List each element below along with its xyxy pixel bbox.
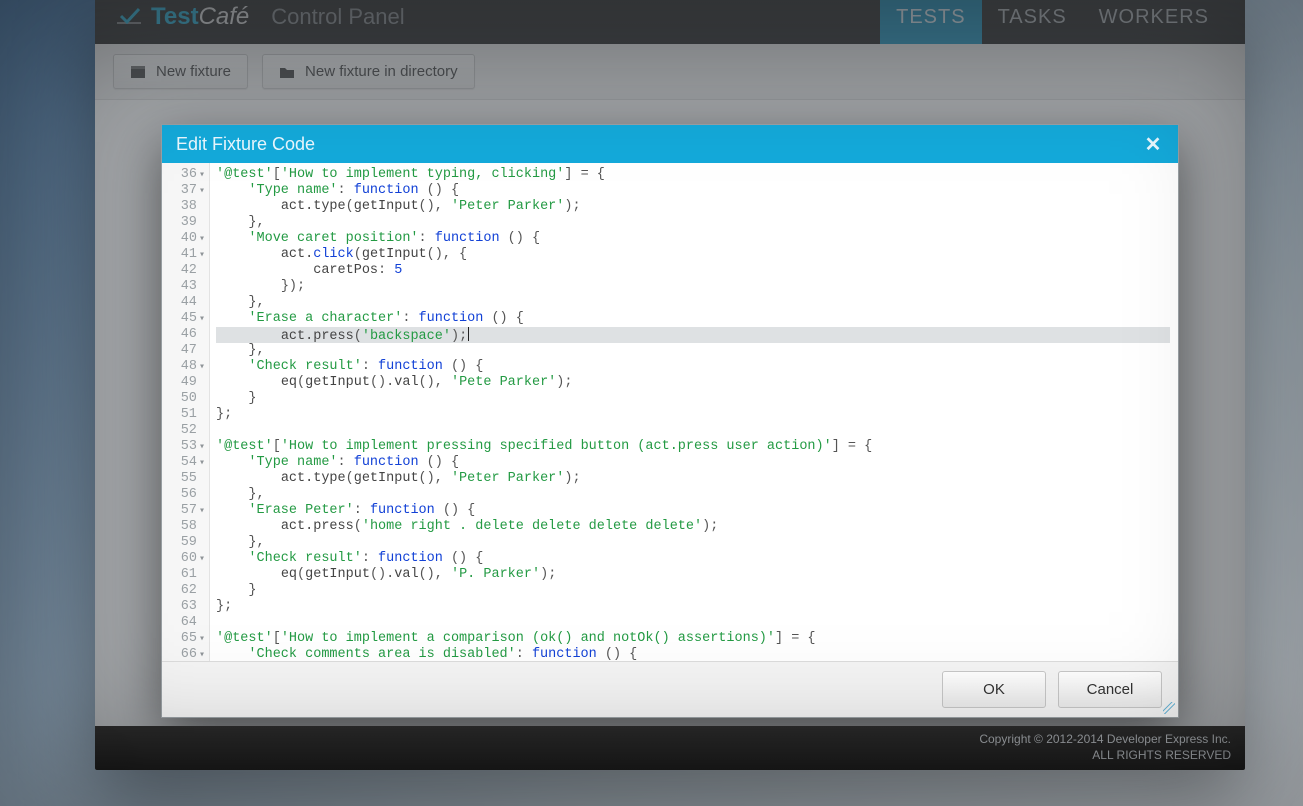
line-number: 42 [172,263,205,279]
window-footer: Copyright © 2012-2014 Developer Express … [95,726,1245,770]
code-line[interactable]: }; [216,407,1170,423]
ok-button[interactable]: OK [942,671,1046,708]
code-line[interactable] [216,423,1170,439]
line-number: 41▾ [172,247,205,263]
line-number: 43 [172,279,205,295]
line-number: 48▾ [172,359,205,375]
code-line[interactable]: }, [216,343,1170,359]
line-number: 40▾ [172,231,205,247]
line-number: 47 [172,343,205,359]
code-line[interactable] [216,615,1170,631]
modal-title: Edit Fixture Code [176,134,315,155]
line-number: 45▾ [172,311,205,327]
code-line[interactable]: eq(getInput().val(), 'Pete Parker'); [216,375,1170,391]
modal-footer: OK Cancel [162,661,1178,717]
line-number: 65▾ [172,631,205,647]
line-number: 56 [172,487,205,503]
line-number: 46 [172,327,205,343]
line-number: 64 [172,615,205,631]
line-number: 61 [172,567,205,583]
code-line[interactable]: 'Type name': function () { [216,455,1170,471]
code-editor[interactable]: 36▾37▾38 39 40▾41▾42 43 44 45▾46 47 48▾4… [162,163,1178,661]
code-line[interactable]: 'Check result': function () { [216,359,1170,375]
line-number: 36▾ [172,167,205,183]
line-number: 62 [172,583,205,599]
code-line[interactable]: '@test'['How to implement a comparison (… [216,631,1170,647]
code-line[interactable]: act.type(getInput(), 'Peter Parker'); [216,199,1170,215]
code-line[interactable]: }; [216,599,1170,615]
line-number: 58 [172,519,205,535]
line-number: 53▾ [172,439,205,455]
code-line[interactable]: eq(getInput().val(), 'P. Parker'); [216,567,1170,583]
line-number: 66▾ [172,647,205,661]
code-line[interactable]: }, [216,535,1170,551]
line-number: 55 [172,471,205,487]
code-line[interactable]: 'Check result': function () { [216,551,1170,567]
line-number-gutter: 36▾37▾38 39 40▾41▾42 43 44 45▾46 47 48▾4… [162,163,210,661]
footer-copyright: Copyright © 2012-2014 Developer Express … [979,732,1231,748]
code-line[interactable]: act.click(getInput(), { [216,247,1170,263]
code-line[interactable]: '@test'['How to implement pressing speci… [216,439,1170,455]
line-number: 60▾ [172,551,205,567]
code-line[interactable]: 'Move caret position': function () { [216,231,1170,247]
code-line[interactable]: }, [216,215,1170,231]
line-number: 57▾ [172,503,205,519]
code-line[interactable]: act.press('backspace'); [216,327,1170,343]
line-number: 38 [172,199,205,215]
code-line[interactable]: }, [216,487,1170,503]
close-icon[interactable]: ✕ [1142,133,1164,155]
code-line[interactable]: } [216,391,1170,407]
modal-header: Edit Fixture Code ✕ [162,125,1178,163]
code-line[interactable]: 'Erase Peter': function () { [216,503,1170,519]
line-number: 39 [172,215,205,231]
line-number: 44 [172,295,205,311]
code-line[interactable]: }, [216,295,1170,311]
line-number: 54▾ [172,455,205,471]
resize-grip-icon[interactable] [1163,702,1175,714]
code-line[interactable]: caretPos: 5 [216,263,1170,279]
code-line[interactable]: '@test'['How to implement typing, clicki… [216,167,1170,183]
edit-fixture-modal: Edit Fixture Code ✕ 36▾37▾38 39 40▾41▾42… [161,124,1179,718]
code-line[interactable]: 'Check comments area is disabled': funct… [216,647,1170,661]
code-area[interactable]: '@test'['How to implement typing, clicki… [210,163,1178,661]
footer-rights: ALL RIGHTS RESERVED [979,748,1231,764]
line-number: 63 [172,599,205,615]
line-number: 59 [172,535,205,551]
code-line[interactable]: }); [216,279,1170,295]
app-window: TestCafé Control Panel TESTS TASKS WORKE… [95,0,1245,770]
code-line[interactable]: act.press('home right . delete delete de… [216,519,1170,535]
code-line[interactable]: 'Type name': function () { [216,183,1170,199]
line-number: 37▾ [172,183,205,199]
line-number: 49 [172,375,205,391]
line-number: 51 [172,407,205,423]
line-number: 50 [172,391,205,407]
code-line[interactable]: act.type(getInput(), 'Peter Parker'); [216,471,1170,487]
cancel-button[interactable]: Cancel [1058,671,1162,708]
code-line[interactable]: } [216,583,1170,599]
line-number: 52 [172,423,205,439]
code-line[interactable]: 'Erase a character': function () { [216,311,1170,327]
